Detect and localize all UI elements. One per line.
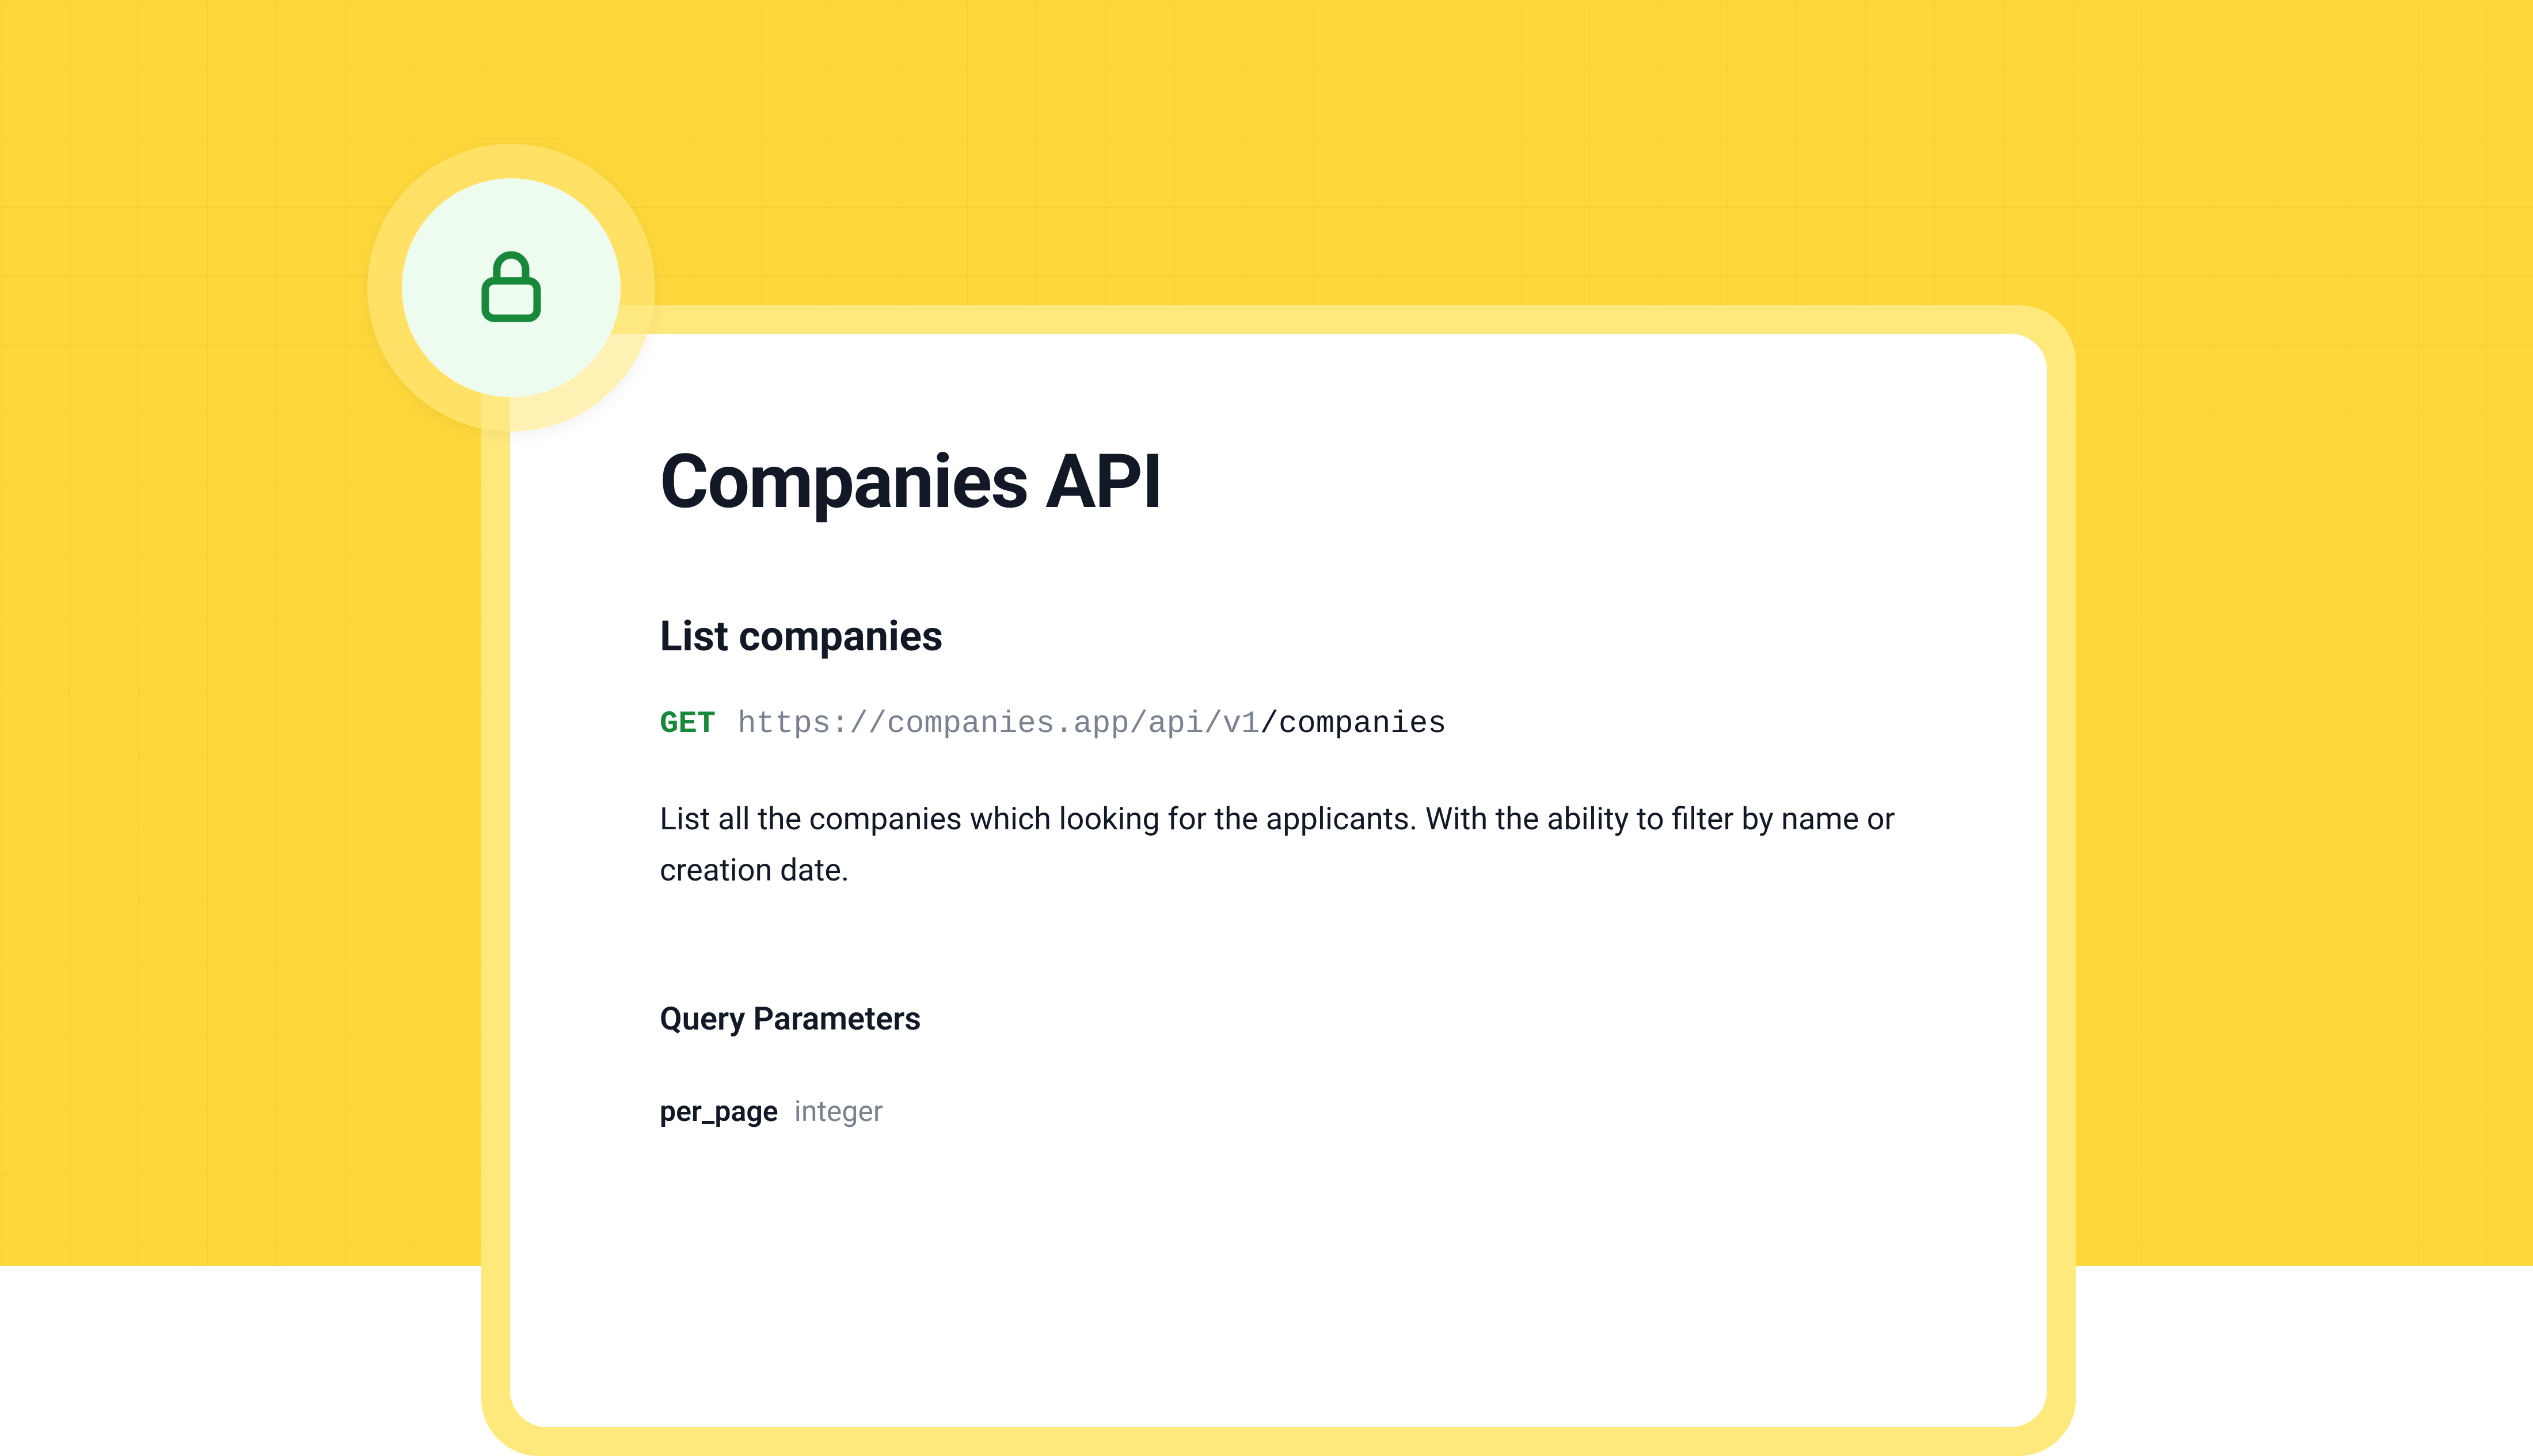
query-parameters-heading: Query Parameters [660,1000,1897,1038]
endpoint-description: List all the companies which looking for… [660,794,1897,896]
endpoint-url: https://companies.app/api/v1/companies [737,707,1446,742]
card-frame: Companies API List companies GET https:/… [481,305,2076,1456]
api-doc-card: Companies API List companies GET https:/… [510,334,2047,1427]
http-method-badge: GET [660,707,716,742]
lock-badge [367,144,655,432]
query-param-row: per_page integer [660,1095,1897,1129]
lock-badge-inner [402,178,621,397]
query-param-type: integer [794,1095,883,1129]
query-param-name: per_page [660,1095,778,1129]
endpoint-section-title: List companies [660,612,1897,661]
lock-icon [477,246,546,329]
endpoint-url-base: https://companies.app/api/v1 [737,707,1260,742]
endpoint-row: GET https://companies.app/api/v1/compani… [660,707,1897,742]
endpoint-url-path: /companies [1260,707,1447,742]
page-title: Companies API [660,437,1897,525]
